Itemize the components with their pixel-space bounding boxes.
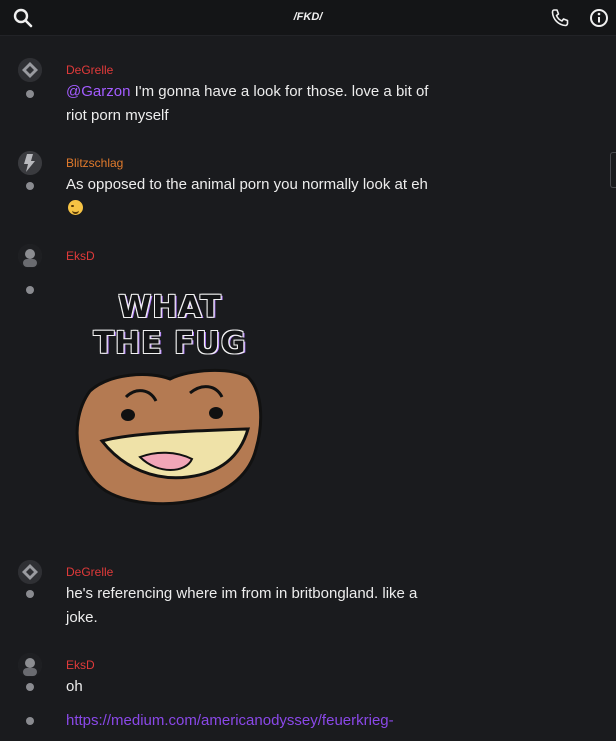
channel-title: /FKD/ [293,11,323,23]
avatar[interactable] [18,58,42,82]
meme-image[interactable]: WHAT THE FUG [70,291,270,516]
frog-face-drawing [75,369,263,506]
status-dot [26,590,34,598]
info-icon[interactable] [588,7,610,29]
message-feed[interactable]: DeGrelle @Garzon I'm gonna have a look f… [0,36,616,741]
username[interactable]: DeGrelle [66,565,113,579]
username[interactable]: EksD [66,658,95,672]
message-text: oh [66,678,83,695]
message-text: @Garzon I'm gonna have a look for those.… [66,83,429,124]
username[interactable]: DeGrelle [66,63,113,77]
meme-caption: WHAT [118,290,222,325]
avatar[interactable] [18,244,42,268]
username[interactable]: Blitzschlag [66,156,123,170]
status-dot [26,717,34,725]
winking-face-icon [68,200,83,215]
status-dot [26,90,34,98]
message-text: As opposed to the animal porn you normal… [66,173,446,221]
message-link[interactable]: https://medium.com/americanodyssey/feuer… [66,709,466,733]
status-dot [26,286,34,294]
status-dot [26,182,34,190]
phone-icon[interactable] [549,7,571,29]
avatar[interactable] [18,151,42,175]
scroll-handle[interactable] [610,152,616,188]
avatar[interactable] [18,653,42,677]
message-text: he's referencing where im from in britbo… [66,585,418,626]
top-bar: /FKD/ [0,0,616,36]
meme-caption: THE FUG [93,326,247,361]
avatar[interactable] [18,560,42,584]
mention[interactable]: @Garzon [66,83,130,100]
status-dot [26,683,34,691]
username[interactable]: EksD [66,249,95,263]
